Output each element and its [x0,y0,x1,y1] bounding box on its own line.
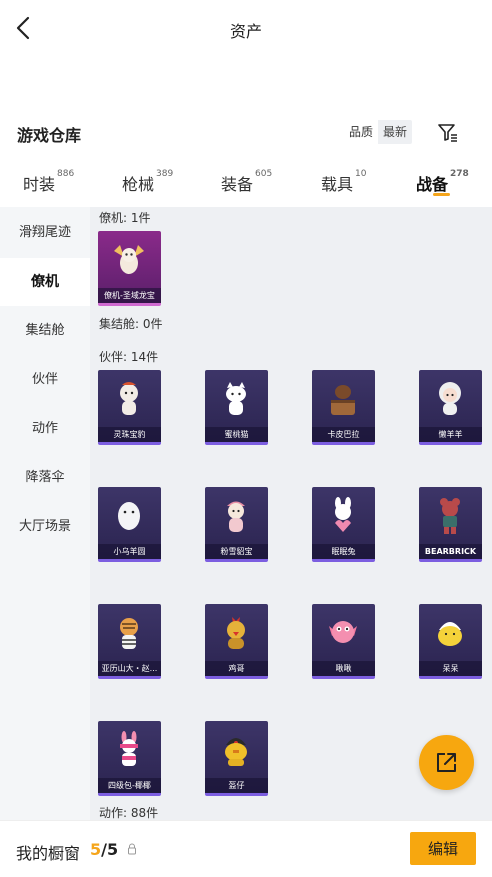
sort-toggle: 品质 最新 [344,120,413,144]
section-header-wingman: 僚机: 1件 [99,211,151,225]
item-card-label: 粉雪貂宝 [205,544,268,559]
item-card[interactable]: 呆呆 [419,604,482,679]
coconut-rabbit-figure-icon [120,731,138,766]
rabbit-figure-icon [335,497,351,532]
chick-figure-icon [438,622,462,646]
marten-figure-icon [227,501,245,532]
item-card-label: 小乌羊圆 [98,544,161,559]
tab-count: 605 [255,169,273,179]
item-card-label: 盔仔 [205,778,268,793]
tab-count: 278 [450,169,469,179]
item-card-label: BEARBRICK [419,544,482,559]
tab-combat-gear[interactable]: 战备278 [416,169,469,195]
item-card[interactable]: 蜜桃猫 [205,370,268,445]
tab-vehicles[interactable]: 载具10 [321,169,367,195]
warehouse-title: 游戏仓库 [17,126,82,145]
item-card[interactable]: 粉雪貂宝 [205,487,268,562]
item-card-label: 卡皮巴拉 [312,427,375,442]
chicken-figure-icon [227,617,245,649]
sidebar-item-partner[interactable]: 伙伴 [0,356,90,404]
item-card[interactable]: 僚机-圣域龙宝 [98,231,161,306]
showcase-count-total: /5 [101,840,119,859]
item-card-label: 灵珠宝豹 [98,427,161,442]
item-list: 僚机: 1件 僚机-圣域龙宝 集结舱: 0件 伙伴: 14件 灵珠宝豹 蜜桃猫 … [90,207,492,820]
sidebar: 滑翔尾迹 僚机 集结舱 伙伴 动作 降落伞 大厅场景 [0,207,90,820]
sort-quality-button[interactable]: 品质 [344,120,379,144]
pink-bird-figure-icon [329,621,357,643]
share-button[interactable] [419,735,474,790]
sidebar-item-glide-trail[interactable]: 滑翔尾迹 [0,209,90,257]
item-card[interactable]: 鸡哥 [205,604,268,679]
item-card[interactable]: 亚历山大・赵... [98,604,161,679]
item-card[interactable]: 懒羊羊 [419,370,482,445]
item-card[interactable]: 灵珠宝豹 [98,370,161,445]
active-tab-indicator [433,193,450,196]
bottom-bar: 我的橱窗 5/5 编辑 [0,820,492,877]
sort-latest-button[interactable]: 最新 [378,120,413,144]
external-link-icon [437,753,456,772]
sidebar-item-parachute[interactable]: 降落伞 [0,454,90,502]
item-card-label: 眠眠兔 [312,544,375,559]
tab-label: 载具 [321,175,354,194]
tab-guns[interactable]: 枪械389 [122,169,174,195]
cat-figure-icon [226,382,246,415]
top-bar: 资产 [0,0,492,56]
item-card[interactable]: BEARBRICK [419,487,482,562]
item-card-label: 啾啾 [312,661,375,676]
item-card[interactable]: 啾啾 [312,604,375,679]
showcase-count-current: 5 [90,840,102,859]
item-card-label: 懒羊羊 [419,427,482,442]
ghost-figure-icon [118,502,140,530]
bearbrick-figure-icon [440,498,460,534]
item-card-label: 呆呆 [419,661,482,676]
tab-fashion[interactable]: 时装886 [23,169,75,195]
category-tabs: 时装886 枪械389 装备605 载具10 战备278 [0,157,492,207]
tab-count: 886 [57,169,75,179]
tab-label: 时装 [23,175,56,194]
section-header-capsule: 集结舱: 0件 [99,317,163,331]
sidebar-item-wingman[interactable]: 僚机 [0,258,90,306]
showcase-count: 5/5 [90,840,118,859]
helmet-duck-figure-icon [225,738,247,766]
item-card[interactable]: 眠眠兔 [312,487,375,562]
section-header-action: 动作: 88件 [99,806,159,820]
item-card-label: 亚历山大・赵... [98,661,161,676]
item-card-label: 僚机-圣域龙宝 [98,288,161,303]
item-card-label: 鸡哥 [205,661,268,676]
sidebar-item-lobby-scene[interactable]: 大厅场景 [0,503,90,551]
sidebar-item-capsule[interactable]: 集结舱 [0,307,90,355]
item-card[interactable]: 卡皮巴拉 [312,370,375,445]
dragon-figure-icon [114,245,144,274]
showcase-label: 我的橱窗 [16,844,81,863]
tab-count: 389 [156,169,174,179]
item-card[interactable]: 四级包-椰椰 [98,721,161,796]
tab-equipment[interactable]: 装备605 [221,169,273,195]
leopard-figure-icon [120,382,138,415]
capybara-figure-icon [331,385,355,415]
section-header-partner: 伙伴: 14件 [99,350,159,364]
lock-icon [128,843,136,855]
page-title: 资产 [229,22,262,41]
tab-label: 枪械 [122,175,155,194]
item-card-label: 四级包-椰椰 [98,778,161,793]
sidebar-item-action[interactable]: 动作 [0,405,90,453]
tab-count: 10 [355,169,367,179]
item-card[interactable]: 小乌羊圆 [98,487,161,562]
tiger-figure-icon [120,618,138,649]
edit-button[interactable]: 编辑 [410,832,476,865]
tab-label: 战备 [416,175,449,194]
item-card-label: 蜜桃猫 [205,427,268,442]
tab-label: 装备 [221,175,254,194]
sheep-figure-icon [439,382,461,415]
filter-icon[interactable] [436,120,460,144]
item-card[interactable]: 盔仔 [205,721,268,796]
